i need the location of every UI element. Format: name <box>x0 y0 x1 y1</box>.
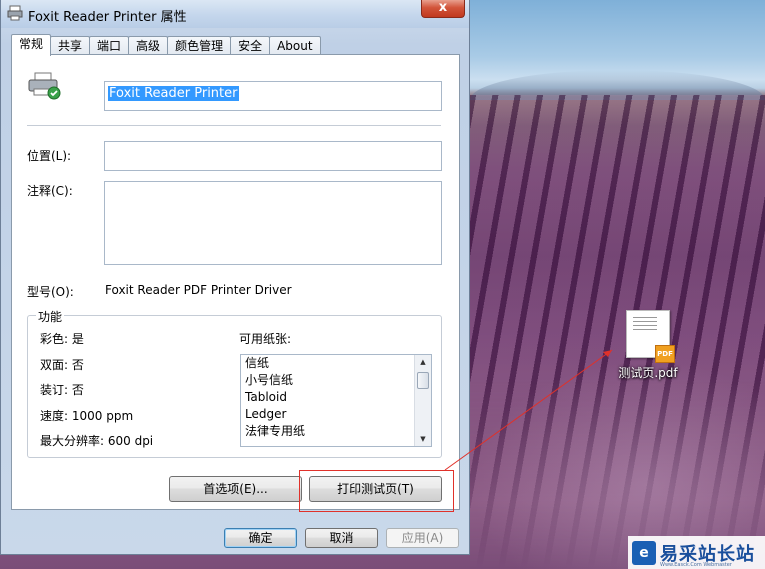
location-field[interactable] <box>104 141 442 171</box>
model-label: 型号(O): <box>27 285 74 299</box>
scroll-up-icon[interactable]: ▲ <box>415 355 431 369</box>
tab-color-management[interactable]: 颜色管理 <box>167 36 232 56</box>
printer-icon <box>7 5 23 21</box>
feature-speed: 速度: 1000 ppm <box>40 409 134 423</box>
watermark: e 易采站长站 Www.Easck.Com Webmaster <box>628 536 765 569</box>
apply-button[interactable]: 应用(A) <box>386 528 459 548</box>
tab-advanced[interactable]: 高级 <box>128 36 169 56</box>
list-item[interactable]: Tabloid <box>241 389 431 406</box>
paper-available-label: 可用纸张: <box>239 332 292 346</box>
comment-field[interactable] <box>104 181 442 265</box>
desktop-file-test-page-pdf[interactable]: PDF 测试页.pdf <box>608 310 688 381</box>
printer-name-selected-text: Foxit Reader Printer <box>108 86 239 101</box>
pdf-file-icon: PDF <box>626 310 675 363</box>
cancel-button[interactable]: 取消 <box>305 528 378 548</box>
feature-max-resolution: 最大分辨率: 600 dpi <box>40 434 154 448</box>
pdf-badge: PDF <box>655 345 675 363</box>
site-logo-icon: e <box>632 540 656 565</box>
list-item[interactable]: 信纸 <box>241 355 431 372</box>
features-group: 功能 彩色: 是 双面: 否 装订: 否 速度: 1000 ppm 最大分辨率:… <box>27 308 442 458</box>
annotation-highlight-box <box>299 470 454 512</box>
location-label: 位置(L): <box>27 149 72 163</box>
printer-ready-icon <box>28 72 61 100</box>
close-button[interactable]: x <box>421 0 465 18</box>
tab-sharing[interactable]: 共享 <box>50 36 91 56</box>
paper-list[interactable]: 信纸 小号信纸 Tabloid Ledger 法律专用纸 ▲ ▼ <box>240 354 432 447</box>
tab-about[interactable]: About <box>269 36 321 56</box>
tab-ports[interactable]: 端口 <box>89 36 130 56</box>
scroll-thumb[interactable] <box>417 372 429 389</box>
feature-staple: 装订: 否 <box>40 383 84 397</box>
tab-strip: 常规 共享 端口 高级 颜色管理 安全 About <box>11 34 321 56</box>
document-lines <box>633 317 657 331</box>
features-legend: 功能 <box>36 308 65 325</box>
file-caption: 测试页.pdf <box>618 366 678 380</box>
paper-list-scrollbar[interactable]: ▲ ▼ <box>414 355 431 446</box>
ok-button[interactable]: 确定 <box>224 528 297 548</box>
feature-color: 彩色: 是 <box>40 332 84 346</box>
feature-duplex: 双面: 否 <box>40 358 84 372</box>
list-item[interactable]: Ledger <box>241 406 431 423</box>
title-bar[interactable]: Foxit Reader Printer 属性 x <box>1 0 469 28</box>
scroll-down-icon[interactable]: ▼ <box>415 432 431 446</box>
model-value: Foxit Reader PDF Printer Driver <box>105 283 292 297</box>
list-item[interactable]: 法律专用纸 <box>241 423 431 440</box>
comment-label: 注释(C): <box>27 184 73 198</box>
tab-security[interactable]: 安全 <box>230 36 271 56</box>
list-item[interactable]: 小号信纸 <box>241 372 431 389</box>
tab-general[interactable]: 常规 <box>11 34 52 56</box>
watermark-subtext: Www.Easck.Com Webmaster <box>660 562 732 568</box>
window-title: Foxit Reader Printer 属性 <box>28 10 187 25</box>
general-tab-panel: Foxit Reader Printer 位置(L): 注释(C): 型号(O)… <box>11 54 460 510</box>
printer-name-input[interactable]: Foxit Reader Printer <box>104 81 442 111</box>
preferences-button[interactable]: 首选项(E)... <box>169 476 302 502</box>
separator <box>27 125 441 126</box>
